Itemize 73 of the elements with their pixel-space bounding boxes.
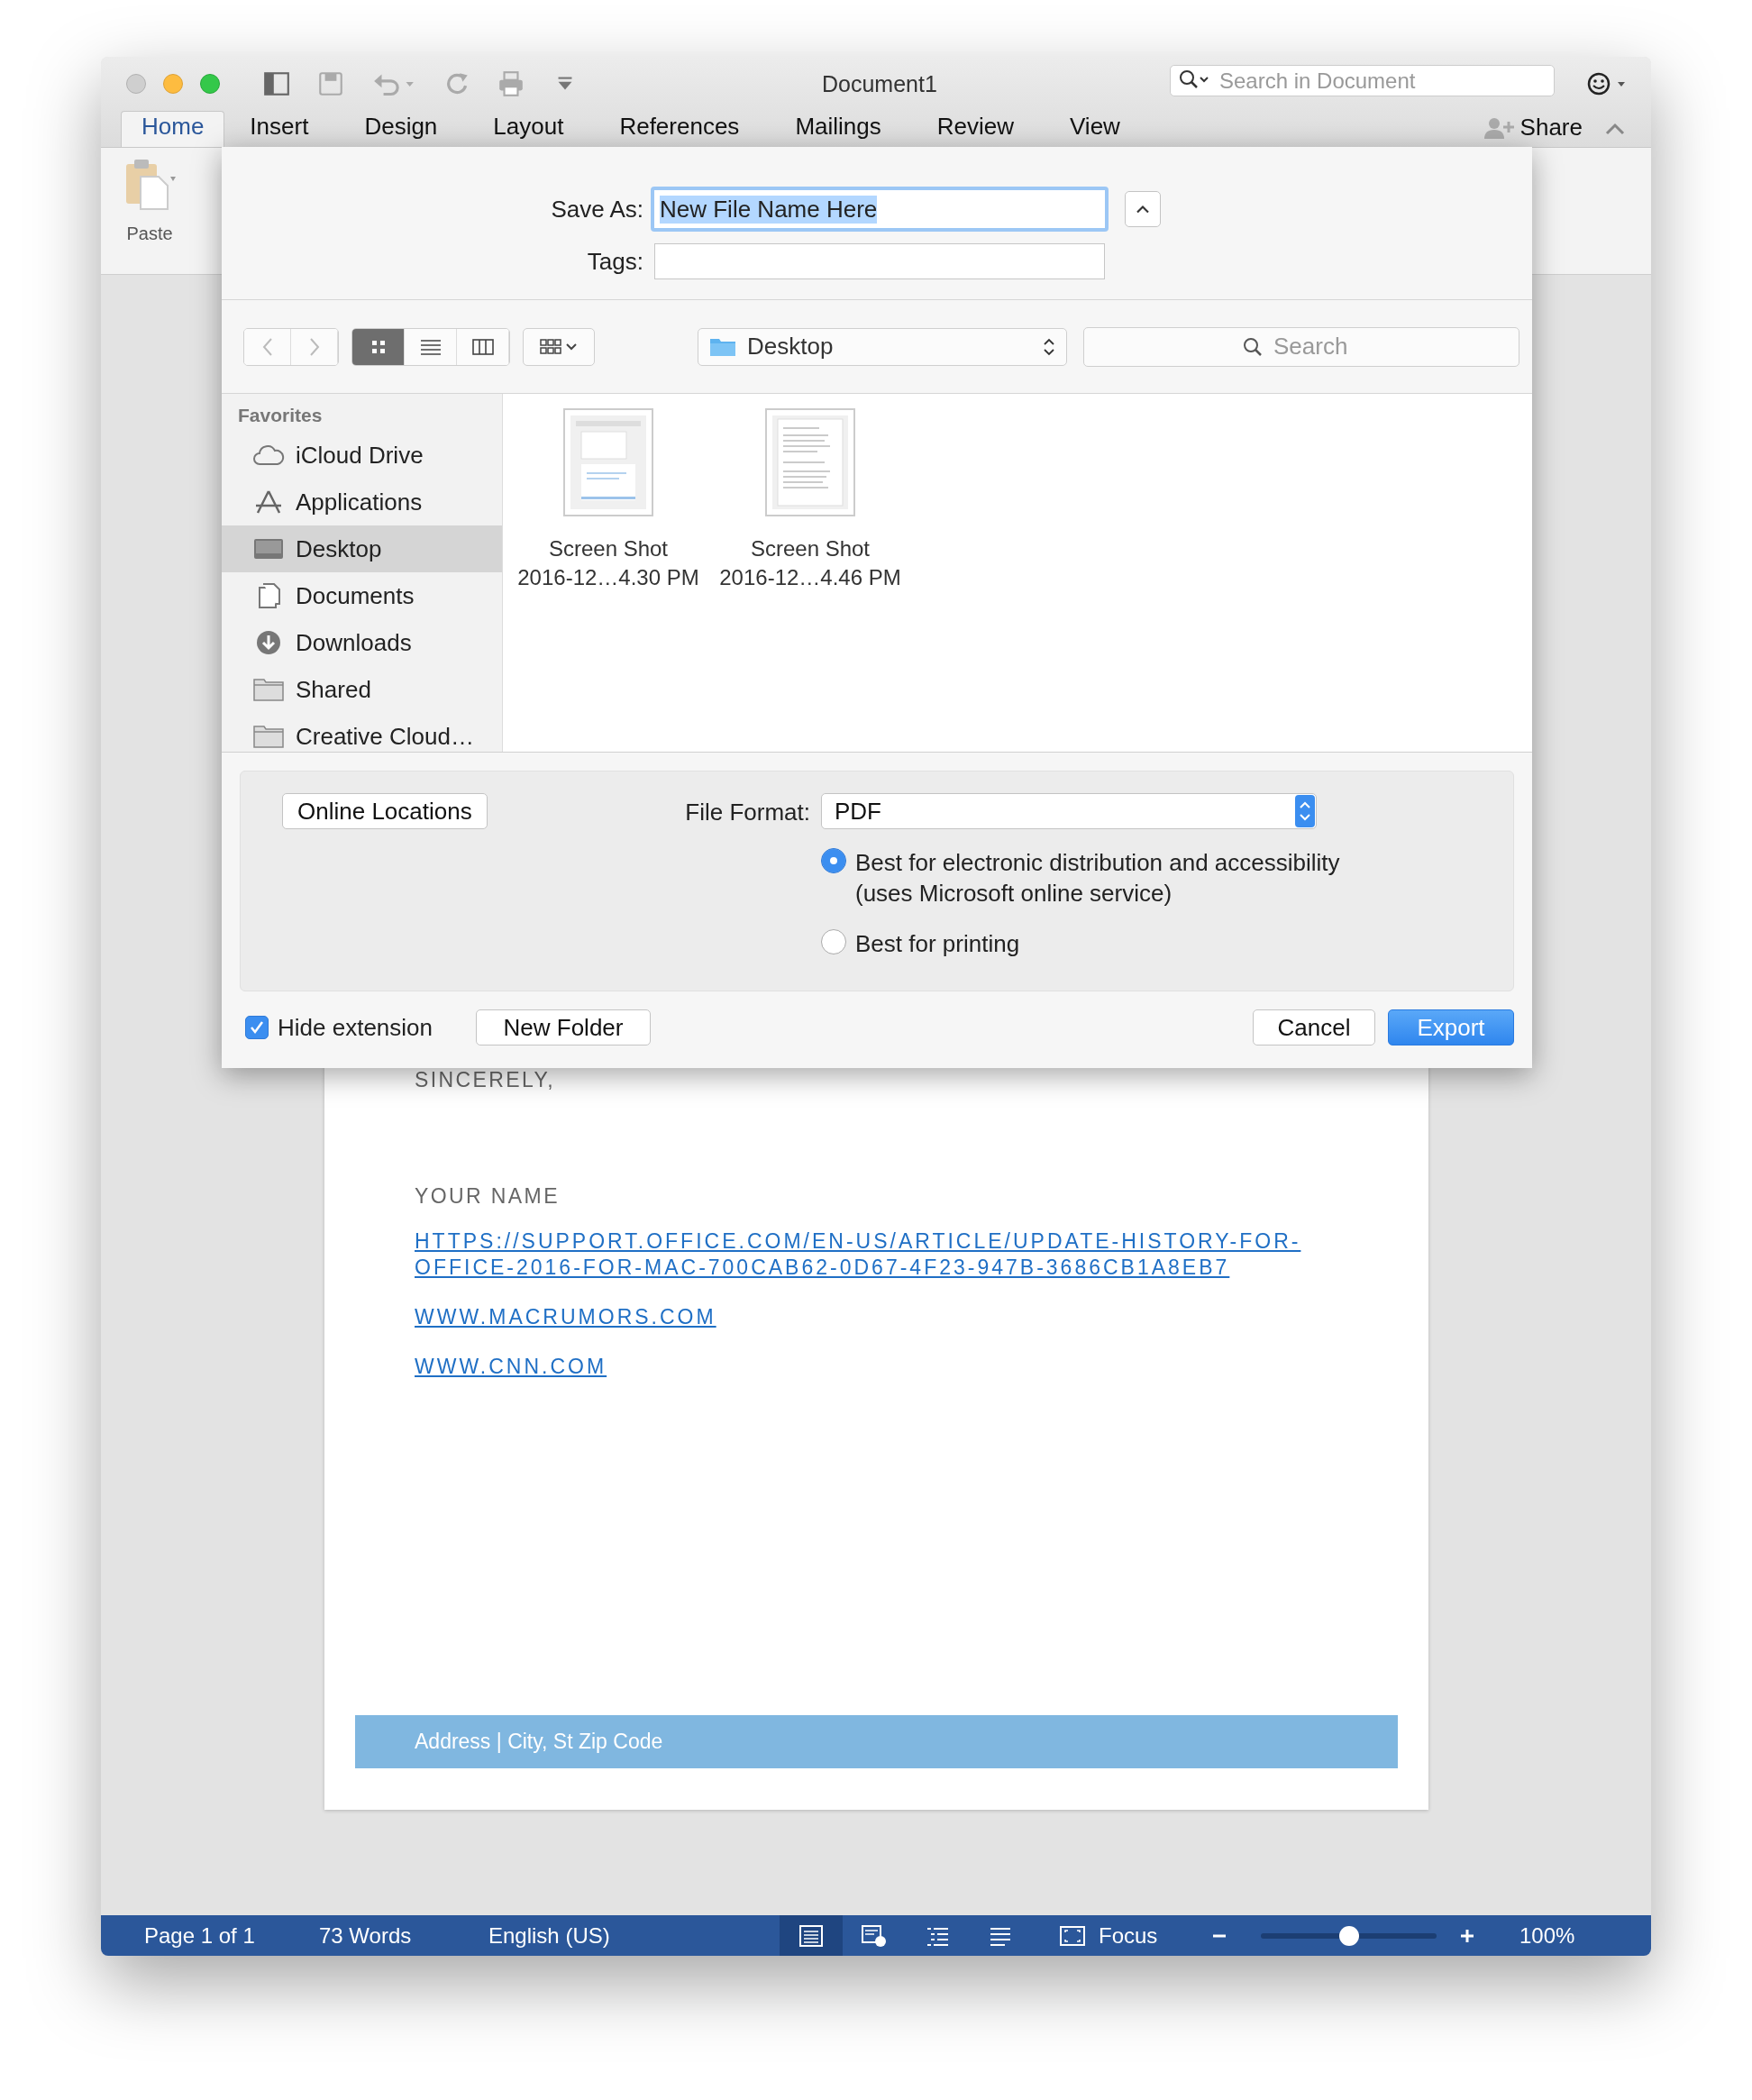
arrange-button[interactable] <box>523 327 595 366</box>
print-view-button[interactable] <box>780 1915 843 1956</box>
hyperlink[interactable]: WWW.MACRUMORS.COM <box>415 1304 716 1330</box>
chevron-up-icon <box>1135 204 1151 215</box>
location-popup[interactable]: Desktop <box>698 327 1067 366</box>
hide-extension-label: Hide extension <box>278 1013 433 1042</box>
sidebar-item[interactable]: iCloud Drive <box>222 432 502 479</box>
zoom-slider[interactable] <box>1261 1925 1437 1946</box>
ribbon-tab[interactable]: Insert <box>250 111 309 147</box>
sidebar-heading: Favorites <box>237 405 324 427</box>
list-view-button[interactable] <box>405 328 457 365</box>
page-lines-icon <box>798 1923 825 1948</box>
tags-label: Tags: <box>586 247 644 276</box>
ribbon-tab[interactable]: References <box>619 111 740 147</box>
paste-button[interactable]: Paste <box>119 157 180 244</box>
zoom-thumb[interactable] <box>1338 1925 1359 1946</box>
tags-field[interactable] <box>654 243 1105 279</box>
word-count[interactable]: 73 Words <box>319 1922 488 1949</box>
save-as-label: Save As: <box>550 195 644 224</box>
hyperlink[interactable]: WWW.CNN.COM <box>415 1354 607 1380</box>
name-text: YOUR NAME <box>415 1184 560 1209</box>
columns-icon <box>470 336 495 357</box>
up-down-arrows-icon <box>1295 795 1315 827</box>
grid-caret-icon <box>539 336 579 357</box>
focus-label[interactable]: Focus <box>1099 1922 1189 1949</box>
collapse-ribbon-icon[interactable] <box>1604 122 1626 136</box>
radio-button[interactable] <box>821 929 846 954</box>
sidebar-item[interactable]: Creative Cloud… <box>222 713 502 752</box>
footer-text: Address | City, St Zip Code <box>415 1730 663 1754</box>
collapse-button[interactable] <box>1125 191 1161 227</box>
option-note: (uses Microsoft online service) <box>855 879 1173 908</box>
option-label: Best for electronic distribution and accessibility <box>855 848 1340 878</box>
sidebar-item[interactable]: Desktop <box>222 525 502 572</box>
ribbon-tab[interactable]: Home <box>121 111 225 147</box>
window-title: Document1 <box>822 70 937 97</box>
folder-icon <box>252 676 285 703</box>
sidebar-item[interactable]: Applications <box>222 479 502 525</box>
page-count[interactable]: Page 1 of 1 <box>144 1922 319 1949</box>
sidebar-item[interactable]: Documents <box>222 572 502 619</box>
file-item[interactable]: Screen Shot 2016-12…4.46 PM <box>716 408 905 752</box>
closing-text: SINCERELY, <box>415 1068 556 1092</box>
search-icon <box>1242 335 1264 358</box>
ribbon-tab[interactable]: Mailings <box>795 111 881 147</box>
file-name-field[interactable]: New File Name Here <box>651 187 1109 232</box>
search-field[interactable]: Search <box>1083 326 1519 367</box>
radio-button[interactable] <box>821 848 846 873</box>
file-format-label: File Format: <box>684 798 811 827</box>
option-label: Best for printing <box>855 929 1020 959</box>
file-name-value: New File Name Here <box>660 195 878 224</box>
add-person-icon <box>1483 116 1515 140</box>
ribbon-tab[interactable]: Layout <box>493 111 564 147</box>
ribbon-tab[interactable]: View <box>1070 111 1120 147</box>
sidebar-icon[interactable] <box>262 69 291 98</box>
file-item[interactable]: Screen Shot 2016-12…4.30 PM <box>514 408 703 752</box>
sidebar-item[interactable]: Shared <box>222 666 502 713</box>
checkbox[interactable] <box>245 1016 269 1039</box>
cancel-button[interactable]: Cancel <box>1253 1009 1375 1045</box>
file-format-popup[interactable]: PDF <box>821 793 1317 829</box>
zoom-button[interactable] <box>200 74 220 94</box>
hyperlink[interactable]: HTTPS://SUPPORT.OFFICE.COM/EN-US/ARTICLE/UPDATE-HISTORY-FOR-OFFICE-2016-FOR-MAC-700CAB62-0D67-4F23-947B-3686CB1A8EB7 <box>415 1228 1352 1281</box>
zoom-percent[interactable]: 100% <box>1519 1922 1575 1949</box>
language-label[interactable]: English (US) <box>488 1922 780 1949</box>
columns-view-button[interactable] <box>457 328 509 365</box>
icons-view-button[interactable] <box>352 328 405 365</box>
online-locations-button[interactable]: Online Locations <box>282 793 488 829</box>
ribbon-tab[interactable]: Design <box>364 111 438 147</box>
search-field[interactable]: Search in Document <box>1170 65 1555 96</box>
focus-icon[interactable] <box>1059 1923 1086 1948</box>
share-button[interactable]: Share <box>1514 114 1583 147</box>
ribbon-tab[interactable]: Review <box>936 111 1014 147</box>
new-folder-button[interactable]: New Folder <box>476 1009 651 1045</box>
page-globe-icon <box>861 1923 888 1948</box>
sidebar-item[interactable]: Downloads <box>222 619 502 666</box>
